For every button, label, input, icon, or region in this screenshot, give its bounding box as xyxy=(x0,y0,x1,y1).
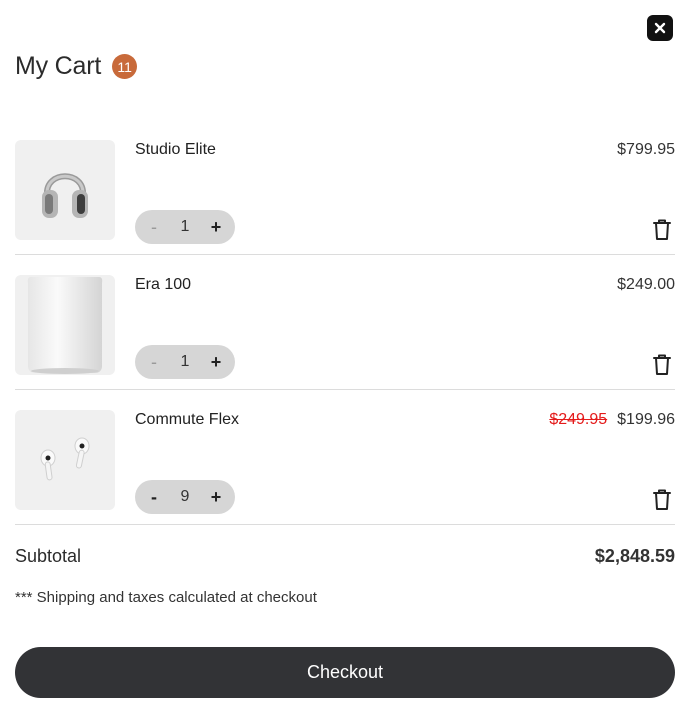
product-image-speaker[interactable] xyxy=(15,275,115,375)
cart-items-list: Studio Elite $799.95 - 1 + Era 100 $249.… xyxy=(15,120,675,525)
quantity-value: 1 xyxy=(180,218,190,235)
product-name[interactable]: Commute Flex xyxy=(135,411,239,429)
quantity-value: 9 xyxy=(180,488,190,505)
trash-icon[interactable] xyxy=(652,218,672,241)
product-price: $249.00 xyxy=(617,276,675,293)
cart-item: Studio Elite $799.95 - 1 + xyxy=(15,120,675,255)
checkout-button[interactable]: Checkout xyxy=(15,647,675,698)
item-count-badge: 11 xyxy=(112,54,138,79)
price-area: $799.95 xyxy=(617,141,675,159)
quantity-stepper: - 1 + xyxy=(135,345,235,379)
shipping-note: *** Shipping and taxes calculated at che… xyxy=(15,589,317,606)
product-image-headphones[interactable] xyxy=(15,140,115,240)
decrease-quantity-button[interactable]: - xyxy=(144,217,164,238)
original-price: $249.95 xyxy=(549,411,608,428)
cart-item: Commute Flex $249.95 $199.96 - 9 + xyxy=(15,390,675,525)
increase-quantity-button[interactable]: + xyxy=(206,352,226,373)
quantity-value: 1 xyxy=(180,353,190,370)
increase-quantity-button[interactable]: + xyxy=(206,487,226,508)
close-icon xyxy=(654,22,666,34)
subtotal-row: Subtotal $2,848.59 xyxy=(15,546,675,567)
quantity-stepper: - 1 + xyxy=(135,210,235,244)
price-area: $249.00 xyxy=(617,276,675,294)
decrease-quantity-button[interactable]: - xyxy=(144,487,164,508)
price-area: $249.95 $199.96 xyxy=(549,411,675,429)
product-price: $199.96 xyxy=(617,411,675,428)
subtotal-value: $2,848.59 xyxy=(594,546,675,566)
trash-icon[interactable] xyxy=(652,488,672,511)
subtotal-label: Subtotal xyxy=(15,546,82,566)
product-name[interactable]: Studio Elite xyxy=(135,141,216,159)
product-price: $799.95 xyxy=(617,141,675,158)
cart-header: My Cart 11 xyxy=(15,52,138,81)
close-button[interactable] xyxy=(647,15,673,41)
cart-item: Era 100 $249.00 - 1 + xyxy=(15,255,675,390)
product-name[interactable]: Era 100 xyxy=(135,276,191,294)
quantity-stepper: - 9 + xyxy=(135,480,235,514)
increase-quantity-button[interactable]: + xyxy=(206,217,226,238)
trash-icon[interactable] xyxy=(652,353,672,376)
product-image-earbuds[interactable] xyxy=(15,410,115,510)
decrease-quantity-button[interactable]: - xyxy=(144,352,164,373)
page-title: My Cart xyxy=(15,52,102,80)
